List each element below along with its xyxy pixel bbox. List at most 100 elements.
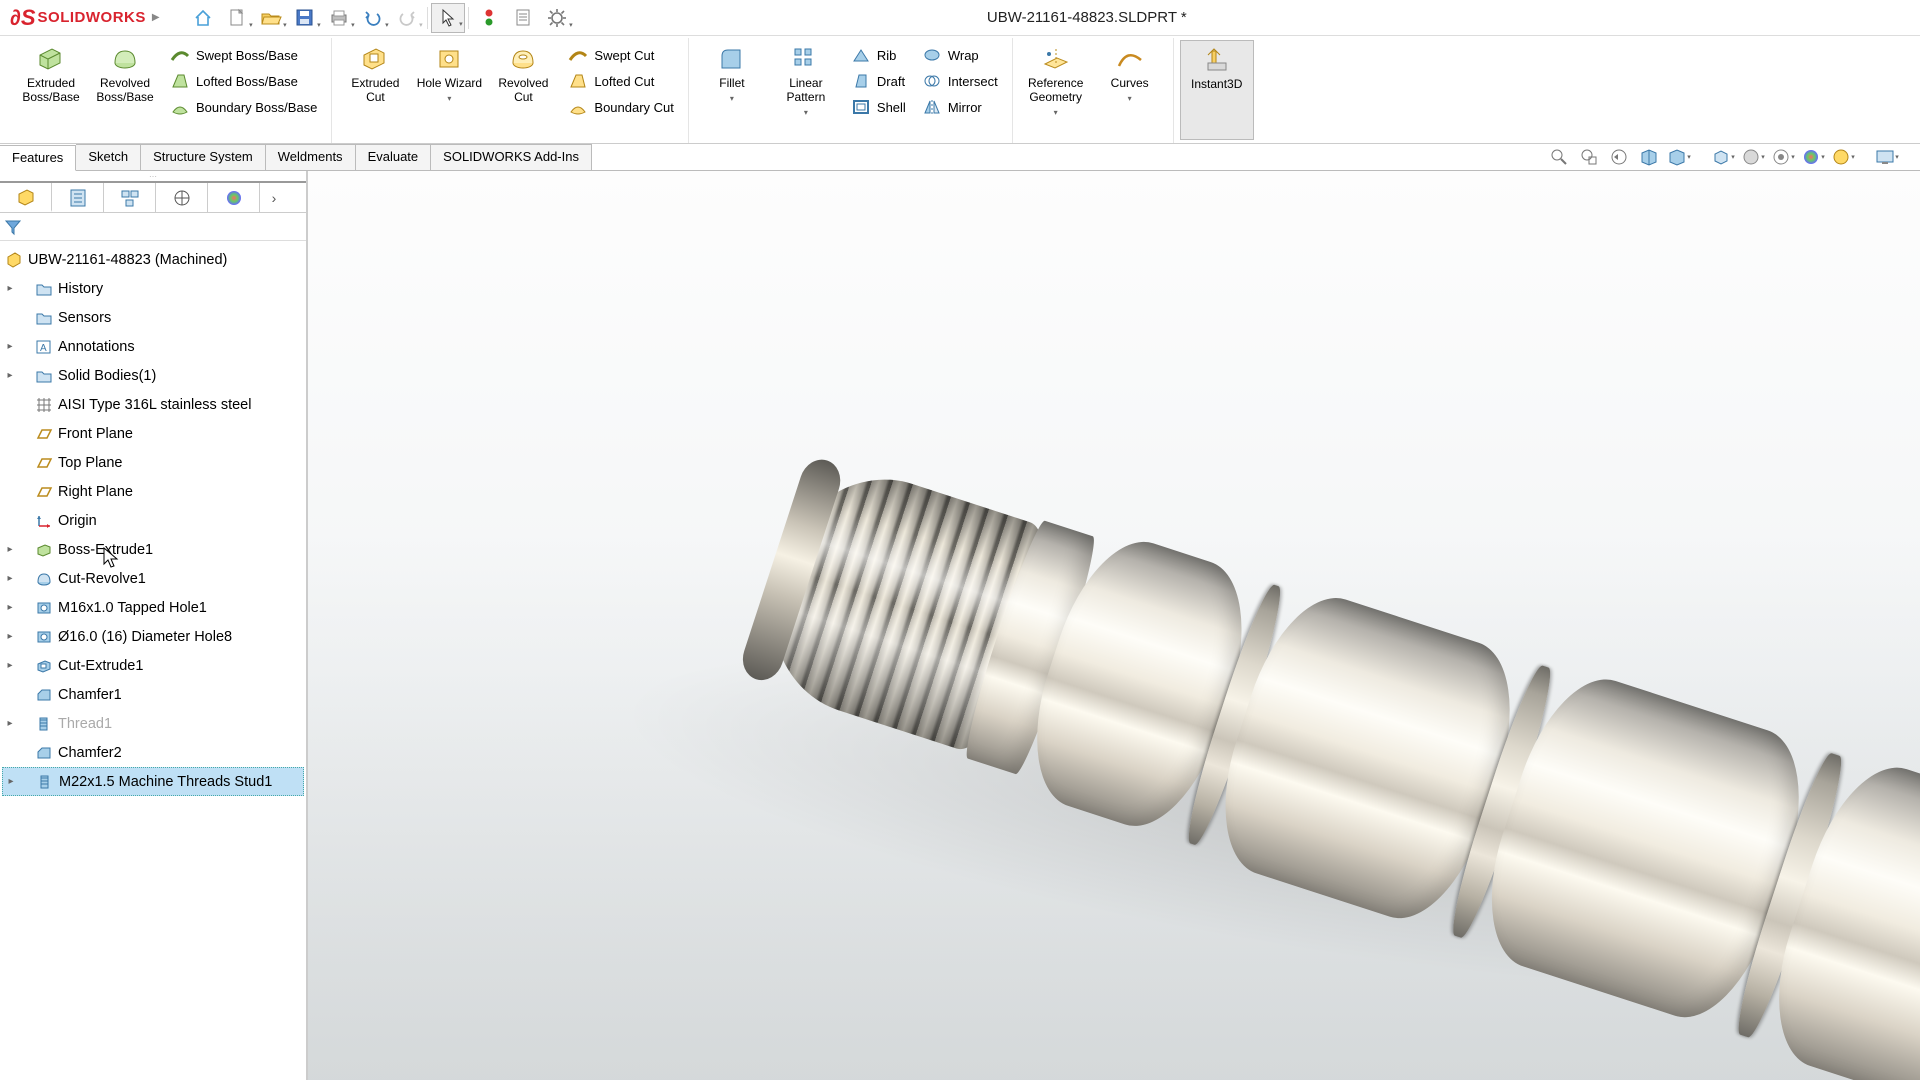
tree-item[interactable]: ▸History — [2, 274, 304, 303]
tree-item[interactable]: ▸Cut-Extrude1 — [2, 651, 304, 680]
extruded-boss-button[interactable]: Extruded Boss/Base — [14, 40, 88, 140]
expander-icon[interactable]: ▸ — [5, 776, 17, 787]
revolved-cut-button[interactable]: Revolved Cut — [486, 40, 560, 140]
edit-appearance-icon[interactable]: ▾ — [1800, 145, 1826, 169]
tree-item[interactable]: Chamfer1 — [2, 680, 304, 709]
tree-item-label: Front Plane — [58, 426, 133, 442]
tree-item[interactable]: Chamfer2 — [2, 738, 304, 767]
tree-item[interactable]: ▸Ø16.0 (16) Diameter Hole8 — [2, 622, 304, 651]
tree-item[interactable]: Right Plane — [2, 477, 304, 506]
tab-evaluate[interactable]: Evaluate — [356, 144, 432, 170]
expander-icon[interactable]: ▸ — [4, 370, 16, 381]
section-view-icon[interactable] — [1636, 145, 1662, 169]
linear-pattern-button[interactable]: Linear Pattern▾ — [769, 40, 843, 140]
instant3d-button[interactable]: Instant3D — [1180, 40, 1254, 140]
tree-root[interactable]: UBW-21161-48823 (Machined) — [2, 245, 304, 274]
extruded-cut-button[interactable]: Extruded Cut — [338, 40, 412, 140]
tree-item[interactable]: Sensors — [2, 303, 304, 332]
home-button[interactable] — [186, 3, 220, 33]
tree-item[interactable]: ▸M22x1.5 Machine Threads Stud1 — [2, 767, 304, 796]
expander-icon[interactable]: ▸ — [4, 573, 16, 584]
mirror-button[interactable]: Mirror — [914, 94, 1006, 120]
display-style-icon[interactable]: ▾ — [1740, 145, 1766, 169]
wrap-button[interactable]: Wrap — [914, 42, 1006, 68]
open-button[interactable]: ▾ — [254, 3, 288, 33]
reference-geometry-button[interactable]: Reference Geometry▾ — [1019, 40, 1093, 140]
extruded-cut-label: Extruded Cut — [340, 76, 410, 104]
revolved-cut-label: Revolved Cut — [488, 76, 558, 104]
swept-boss-button[interactable]: Swept Boss/Base — [162, 42, 325, 68]
tree-filter[interactable] — [0, 213, 306, 241]
tree-item[interactable]: ▸Boss-Extrude1 — [2, 535, 304, 564]
expander-icon[interactable]: ▸ — [4, 341, 16, 352]
zoom-to-area-icon[interactable] — [1576, 145, 1602, 169]
tree-item[interactable]: Top Plane — [2, 448, 304, 477]
select-button[interactable]: ▾ — [431, 3, 465, 33]
shell-button[interactable]: Shell — [843, 94, 914, 120]
expander-icon[interactable]: ▸ — [4, 283, 16, 294]
tree-item[interactable]: Front Plane — [2, 419, 304, 448]
dynamic-annotation-icon[interactable]: ▾ — [1666, 145, 1692, 169]
feature-tree[interactable]: UBW-21161-48823 (Machined) ▸HistorySenso… — [0, 241, 306, 1080]
propertymanager-tab[interactable] — [52, 183, 104, 212]
expander-icon[interactable]: ▸ — [4, 631, 16, 642]
previous-view-icon[interactable] — [1606, 145, 1632, 169]
print-button[interactable]: ▾ — [322, 3, 356, 33]
panel-grip[interactable]: ⋯ — [0, 171, 306, 181]
lofted-boss-button[interactable]: Lofted Boss/Base — [162, 68, 325, 94]
fillet-button[interactable]: Fillet▾ — [695, 40, 769, 140]
configurationmanager-tab[interactable] — [104, 183, 156, 212]
tab-structure-system[interactable]: Structure System — [141, 144, 266, 170]
undo-button[interactable]: ▾ — [356, 3, 390, 33]
tab-addins[interactable]: SOLIDWORKS Add-Ins — [431, 144, 592, 170]
tab-sketch[interactable]: Sketch — [76, 144, 141, 170]
dimxpertmanager-tab[interactable] — [156, 183, 208, 212]
hole-wizard-button[interactable]: Hole Wizard▾ — [412, 40, 486, 140]
app-logo[interactable]: ∂S SOLIDWORKS ▶ — [0, 5, 166, 31]
new-button[interactable]: ▾ — [220, 3, 254, 33]
rib-button[interactable]: Rib — [843, 42, 914, 68]
revolved-boss-button[interactable]: Revolved Boss/Base — [88, 40, 162, 140]
tree-item[interactable]: ▸Cut-Revolve1 — [2, 564, 304, 593]
save-button[interactable]: ▾ — [288, 3, 322, 33]
graphics-viewport[interactable] — [308, 171, 1920, 1080]
swept-cut-button[interactable]: Swept Cut — [560, 42, 682, 68]
feat-chamfer-icon — [34, 685, 54, 705]
feat-thread-icon — [35, 772, 55, 792]
boundary-cut-button[interactable]: Boundary Cut — [560, 94, 682, 120]
zoom-to-fit-icon[interactable] — [1546, 145, 1572, 169]
apply-scene-icon[interactable]: ▾ — [1830, 145, 1856, 169]
intersect-button[interactable]: Intersect — [914, 68, 1006, 94]
tree-item-label: Top Plane — [58, 455, 123, 471]
expander-icon[interactable]: ▸ — [4, 718, 16, 729]
tab-features[interactable]: Features — [0, 145, 76, 171]
tree-item[interactable]: Origin — [2, 506, 304, 535]
view-orientation-icon[interactable]: ▾ — [1710, 145, 1736, 169]
feat-cutrev-icon — [34, 569, 54, 589]
tab-weldments[interactable]: Weldments — [266, 144, 356, 170]
draft-button[interactable]: Draft — [843, 68, 914, 94]
expander-icon[interactable]: ▸ — [4, 544, 16, 555]
curves-button[interactable]: Curves▾ — [1093, 40, 1167, 140]
tree-item[interactable]: ▸Solid Bodies(1) — [2, 361, 304, 390]
lofted-cut-button[interactable]: Lofted Cut — [560, 68, 682, 94]
tree-item[interactable]: ▸M16x1.0 Tapped Hole1 — [2, 593, 304, 622]
displaymanager-tab[interactable] — [208, 183, 260, 212]
redo-button[interactable]: ▾ — [390, 3, 424, 33]
hide-show-icon[interactable]: ▾ — [1770, 145, 1796, 169]
rebuild-button[interactable] — [472, 3, 506, 33]
expander-icon[interactable]: ▸ — [4, 660, 16, 671]
tree-item[interactable]: AISI Type 316L stainless steel — [2, 390, 304, 419]
options-button[interactable]: ▾ — [540, 3, 574, 33]
view-settings-icon[interactable]: ▾ — [1874, 145, 1900, 169]
tree-item[interactable]: ▸Thread1 — [2, 709, 304, 738]
panel-overflow-icon[interactable]: › — [260, 183, 288, 212]
file-properties-button[interactable] — [506, 3, 540, 33]
chevron-right-icon[interactable]: ▶ — [152, 12, 160, 23]
expander-icon[interactable]: ▸ — [4, 602, 16, 613]
boundary-boss-button[interactable]: Boundary Boss/Base — [162, 94, 325, 120]
featuremanager-tab[interactable] — [0, 183, 52, 212]
tree-root-label: UBW-21161-48823 (Machined) — [28, 252, 227, 268]
boundary-cut-label: Boundary Cut — [594, 100, 674, 115]
tree-item[interactable]: ▸AAnnotations — [2, 332, 304, 361]
